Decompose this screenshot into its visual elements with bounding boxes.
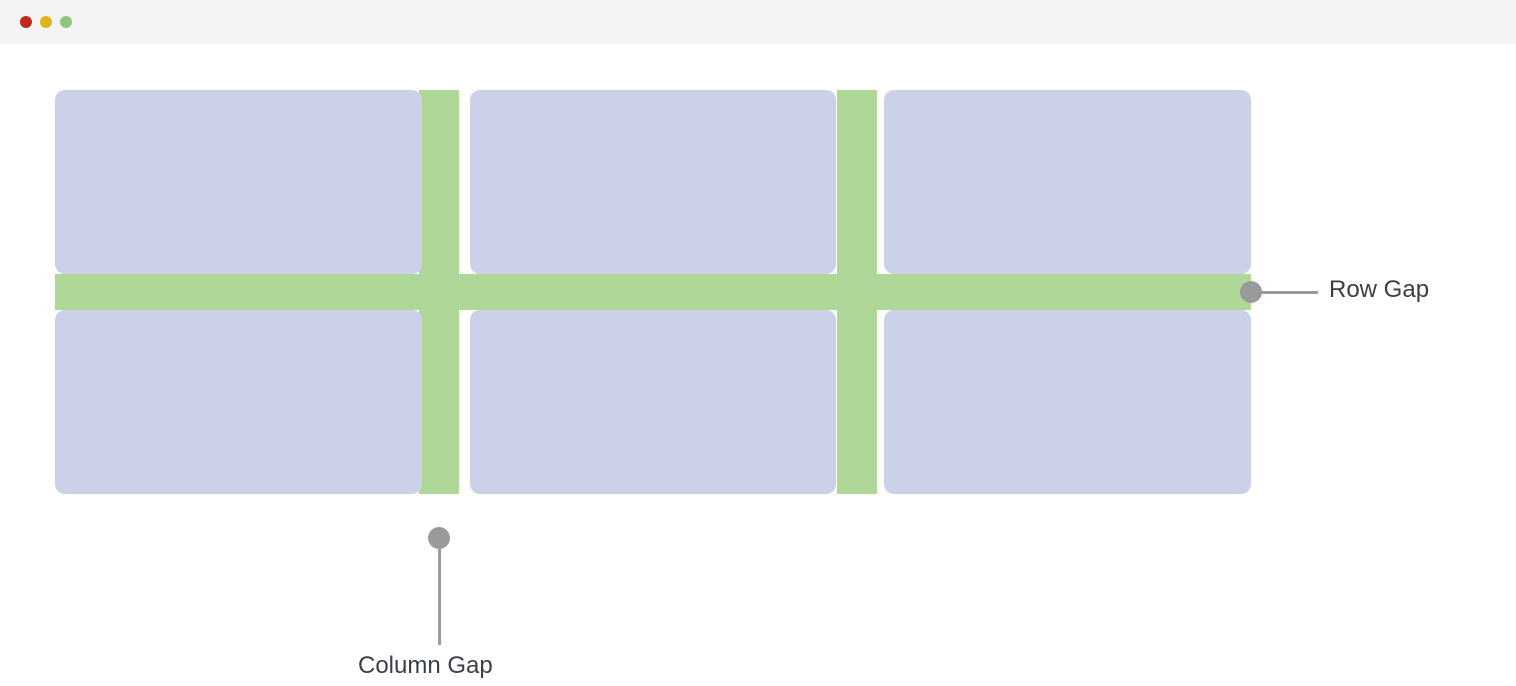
callout-dot-icon bbox=[1240, 281, 1262, 303]
row-gap-label: Row Gap bbox=[1329, 276, 1429, 304]
callout-line bbox=[438, 549, 441, 645]
column-gap-label: Column Gap bbox=[358, 652, 493, 680]
grid-cell bbox=[470, 90, 837, 274]
grid-cell bbox=[470, 310, 837, 494]
close-icon[interactable] bbox=[20, 16, 32, 28]
grid bbox=[55, 90, 1251, 494]
maximize-icon[interactable] bbox=[60, 16, 72, 28]
diagram-canvas: Row Gap Column Gap bbox=[0, 44, 1516, 494]
minimize-icon[interactable] bbox=[40, 16, 52, 28]
grid-cell bbox=[884, 310, 1251, 494]
grid-cell bbox=[884, 90, 1251, 274]
callout-line bbox=[1262, 291, 1318, 294]
grid-cell bbox=[55, 90, 422, 274]
grid-container bbox=[55, 90, 1251, 494]
window-titlebar bbox=[0, 0, 1516, 44]
grid-cell bbox=[55, 310, 422, 494]
callout-dot-icon bbox=[428, 527, 450, 549]
